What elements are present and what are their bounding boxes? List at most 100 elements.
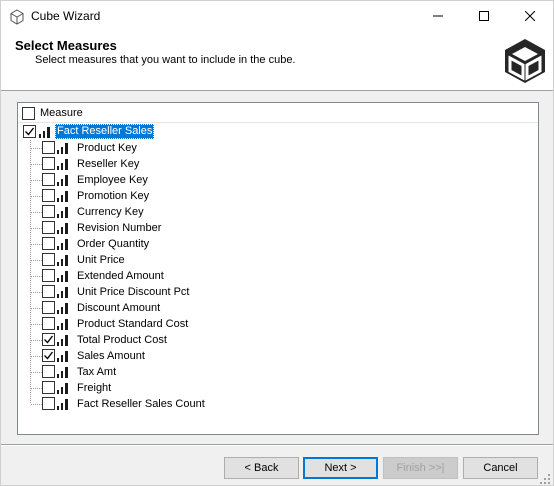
tree-item[interactable]: Revision Number (18, 220, 538, 236)
window-title: Cube Wizard (31, 9, 101, 23)
measure-label: Unit Price (77, 254, 125, 266)
bar-chart-icon (39, 127, 50, 138)
measure-checkbox[interactable] (42, 221, 55, 234)
measure-checkbox[interactable] (42, 317, 55, 330)
bar-chart-icon (57, 223, 68, 234)
tree-item[interactable]: Unit Price Discount Pct (18, 284, 538, 300)
measure-label: Extended Amount (77, 270, 164, 282)
bar-chart-icon (57, 399, 68, 410)
maximize-button[interactable] (461, 1, 507, 31)
tree-item[interactable]: Extended Amount (18, 268, 538, 284)
bar-chart-icon (57, 239, 68, 250)
measure-label: Currency Key (77, 206, 144, 218)
bar-chart-icon (57, 335, 68, 346)
footer-separator (1, 444, 553, 446)
tree-connector-branch (31, 196, 42, 197)
finish-button: Finish >>| (383, 457, 458, 479)
measure-checkbox[interactable] (42, 365, 55, 378)
page-title: Select Measures (15, 38, 117, 53)
cube-logo-icon (505, 39, 545, 83)
measure-checkbox[interactable] (42, 269, 55, 282)
measure-label: Sales Amount (77, 350, 145, 362)
cancel-button[interactable]: Cancel (463, 457, 538, 479)
bar-chart-icon (57, 367, 68, 378)
measure-checkbox[interactable] (42, 141, 55, 154)
measure-checkbox[interactable] (42, 173, 55, 186)
tree-item[interactable]: Tax Amt (18, 364, 538, 380)
measure-checkbox[interactable] (42, 333, 55, 346)
measure-label: Total Product Cost (77, 334, 167, 346)
cube-icon (10, 9, 24, 25)
measure-label: Discount Amount (77, 302, 161, 314)
bar-chart-icon (57, 303, 68, 314)
tree-item[interactable]: Freight (18, 380, 538, 396)
tree-connector-branch (31, 276, 42, 277)
measure-label: Revision Number (77, 222, 162, 234)
tree-item[interactable]: Product Key (18, 140, 538, 156)
measure-column-label: Measure (40, 107, 83, 119)
tree-item[interactable]: Sales Amount (18, 348, 538, 364)
checkmark-icon (25, 127, 35, 136)
tree-item[interactable]: Employee Key (18, 172, 538, 188)
tree-item[interactable]: Unit Price (18, 252, 538, 268)
bar-chart-icon (57, 287, 68, 298)
cube-wizard-window: Cube Wizard Select Measures Select measu… (0, 0, 554, 486)
measure-checkbox[interactable] (42, 157, 55, 170)
tree-root-node[interactable]: Fact Reseller Sales (18, 124, 538, 140)
tree-connector-branch (31, 356, 42, 357)
bar-chart-icon (57, 319, 68, 330)
minimize-button[interactable] (415, 1, 461, 31)
select-all-checkbox[interactable] (22, 107, 35, 120)
measure-checkbox[interactable] (42, 301, 55, 314)
bar-chart-icon (57, 175, 68, 186)
tree-connector-branch (31, 308, 42, 309)
bar-chart-icon (57, 271, 68, 282)
tree-item[interactable]: Fact Reseller Sales Count (18, 396, 538, 412)
wizard-header: Select Measures Select measures that you… (1, 31, 553, 91)
measure-label: Order Quantity (77, 238, 150, 250)
resize-grip-icon[interactable] (539, 473, 551, 485)
tree-item[interactable]: Product Standard Cost (18, 316, 538, 332)
bar-chart-icon (57, 207, 68, 218)
tree-item[interactable]: Promotion Key (18, 188, 538, 204)
measure-label: Reseller Key (77, 158, 140, 170)
tree-item[interactable]: Currency Key (18, 204, 538, 220)
title-bar: Cube Wizard (1, 1, 553, 31)
checkmark-icon (44, 351, 54, 360)
bar-chart-icon (57, 383, 68, 394)
measure-checkbox[interactable] (42, 189, 55, 202)
close-button[interactable] (507, 1, 553, 31)
tree-connector-branch (31, 164, 42, 165)
measures-tree[interactable]: Measure Fact Reseller Sales Product Key R… (17, 102, 539, 435)
bar-chart-icon (57, 143, 68, 154)
measure-label: Fact Reseller Sales Count (77, 398, 205, 410)
bar-chart-icon (57, 255, 68, 266)
measure-checkbox[interactable] (42, 253, 55, 266)
root-node-label[interactable]: Fact Reseller Sales (55, 124, 155, 139)
measure-checkbox[interactable] (42, 397, 55, 410)
measure-checkbox[interactable] (42, 381, 55, 394)
bar-chart-icon (57, 351, 68, 362)
tree-connector-branch (31, 212, 42, 213)
tree-item[interactable]: Total Product Cost (18, 332, 538, 348)
tree-connector-branch (31, 244, 42, 245)
measure-checkbox[interactable] (42, 285, 55, 298)
close-icon (525, 11, 535, 21)
tree-column-header: Measure (18, 103, 538, 123)
measure-checkbox[interactable] (42, 205, 55, 218)
tree-connector-branch (31, 260, 42, 261)
measure-label: Freight (77, 382, 112, 394)
tree-connector-branch (31, 292, 42, 293)
tree-item[interactable]: Discount Amount (18, 300, 538, 316)
tree-item[interactable]: Order Quantity (18, 236, 538, 252)
measure-label: Tax Amt (77, 366, 117, 378)
next-button[interactable]: Next > (303, 457, 378, 479)
bar-chart-icon (57, 191, 68, 202)
measure-label: Unit Price Discount Pct (77, 286, 190, 298)
root-checkbox[interactable] (23, 125, 36, 138)
back-button[interactable]: < Back (224, 457, 299, 479)
tree-connector-branch (31, 388, 42, 389)
measure-checkbox[interactable] (42, 349, 55, 362)
measure-checkbox[interactable] (42, 237, 55, 250)
tree-item[interactable]: Reseller Key (18, 156, 538, 172)
